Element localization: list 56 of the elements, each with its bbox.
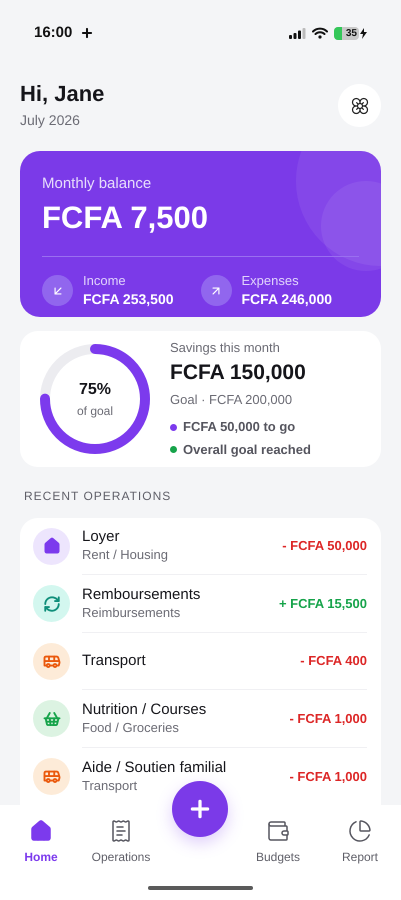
date-label: July 2026: [20, 111, 81, 130]
note-text: Overall goal reached: [183, 440, 311, 459]
operation-subtitle: Rent / Housing: [82, 546, 168, 564]
operation-row[interactable]: Transport - FCFA 400: [20, 632, 381, 690]
percent-label: 75%: [78, 380, 112, 400]
balance-label: Monthly balance: [42, 174, 152, 194]
operation-amount: - FCFA 1,000: [289, 768, 367, 786]
operation-title: Nutrition / Courses: [82, 700, 206, 719]
refresh-icon: [33, 585, 70, 622]
basket-icon: [33, 700, 70, 738]
house-icon: [33, 528, 70, 565]
wifi-icon: [312, 27, 328, 39]
nav-tab[interactable]: Budgets: [238, 819, 318, 866]
status-time: 16:00: [34, 22, 72, 43]
operation-row[interactable]: Nutrition / Courses Food / Groceries - FCFA 1,000: [20, 690, 381, 748]
operation-title: Transport: [82, 651, 146, 670]
operation-subtitle: Food / Groceries: [82, 718, 180, 737]
greeting: Hi, Jane: [20, 80, 104, 108]
wallet-icon: [266, 819, 290, 843]
section-title: RECENT OPERATIONS: [24, 488, 172, 504]
pie-chart-icon: [348, 819, 372, 843]
plus-icon: [80, 26, 94, 40]
operation-amount: - FCFA 50,000: [282, 537, 367, 555]
operation-subtitle: Reimbursements: [82, 604, 182, 622]
operation-row[interactable]: Loyer Rent / Housing - FCFA 50,000: [20, 518, 381, 575]
arrow-up-right-icon: [200, 275, 232, 306]
operation-amount: - FCFA 1,000: [289, 710, 367, 728]
stat-label: Expenses: [242, 272, 300, 288]
bus-icon: [33, 642, 70, 680]
nav-tab[interactable]: Report: [320, 819, 400, 866]
operation-row[interactable]: Aide / Soutien familial Transport - FCFA 1,000: [20, 748, 381, 805]
nav-tab[interactable]: Operations: [81, 819, 161, 866]
operation-subtitle: Transport: [82, 776, 138, 795]
battery-indicator: 35: [334, 26, 359, 40]
operation-title: Aide / Soutien familial: [82, 758, 226, 777]
stat-label: Income: [83, 272, 127, 288]
savings-title: Savings this month: [170, 339, 281, 358]
goal-label: Goal · FCFA 200,000: [170, 390, 294, 409]
operation-title: Remboursements: [82, 584, 200, 604]
bus-icon: [33, 758, 70, 795]
stat-amount: FCFA 246,000: [242, 290, 332, 308]
operation-amount: - FCFA 400: [300, 652, 367, 670]
signal-icon: [289, 28, 306, 38]
balance-amount: FCFA 7,500: [42, 198, 209, 236]
settings-button[interactable]: [338, 84, 381, 127]
arrow-down-left-icon: [42, 275, 73, 306]
operation-row[interactable]: Remboursements Reimbursements + FCFA 15,500: [20, 575, 381, 632]
stat-amount: FCFA 253,500: [83, 290, 174, 308]
nav-tab[interactable]: Home: [1, 819, 81, 866]
operation-amount: + FCFA 15,500: [278, 594, 367, 612]
percent-caption: of goal: [76, 402, 114, 420]
settings-icon: [350, 96, 370, 116]
home-icon: [29, 819, 53, 843]
note-text: FCFA 50,000 to go: [183, 418, 296, 436]
operation-title: Loyer: [82, 527, 121, 546]
savings-amount: FCFA 150,000: [170, 360, 307, 386]
